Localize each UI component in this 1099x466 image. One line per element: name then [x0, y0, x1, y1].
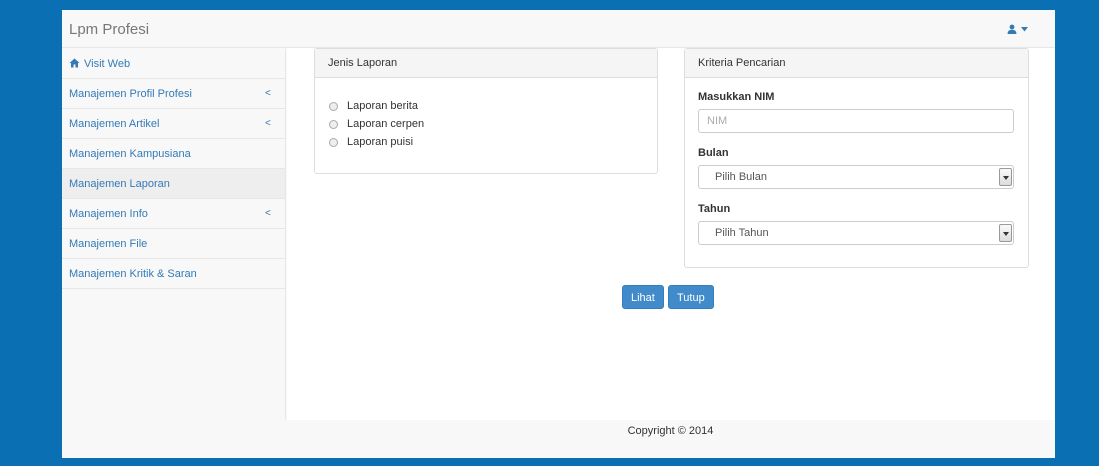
user-menu-toggle[interactable]	[1007, 24, 1028, 34]
footer: Copyright © 2014	[286, 420, 1055, 458]
tahun-select[interactable]: Pilih Tahun	[698, 221, 1014, 245]
sidebar-item-label: Manajemen File	[69, 238, 148, 250]
bulan-select[interactable]: Pilih Bulan	[698, 165, 1014, 189]
kriteria-pencarian-panel: Kriteria Pencarian Masukkan NIM Bulan Pi…	[684, 48, 1029, 268]
radio-label: Laporan berita	[347, 100, 418, 112]
radio-button[interactable]	[329, 137, 338, 147]
sidebar-item-label: Visit Web	[84, 58, 131, 70]
sidebar: Visit Web Manajemen Profil Profesi < Man…	[62, 49, 286, 420]
sidebar-item-laporan[interactable]: Manajemen Laporan	[62, 169, 285, 199]
sidebar-item-kritik-saran[interactable]: Manajemen Kritik & Saran	[62, 259, 285, 289]
radio-button[interactable]	[329, 119, 338, 129]
radio-laporan-puisi[interactable]: Laporan puisi	[329, 136, 413, 148]
sidebar-item-label: Manajemen Info	[69, 208, 148, 220]
sidebar-item-artikel[interactable]: Manajemen Artikel <	[62, 109, 285, 139]
sidebar-item-info[interactable]: Manajemen Info <	[62, 199, 285, 229]
sidebar-item-visit-web[interactable]: Visit Web	[62, 49, 285, 79]
lihat-button[interactable]: Lihat	[622, 285, 664, 309]
radio-label: Laporan puisi	[347, 136, 414, 148]
top-navbar: Lpm Profesi	[62, 10, 1055, 48]
nim-label: Masukkan NIM	[698, 91, 775, 103]
sidebar-item-label: Manajemen Profil Profesi	[69, 88, 192, 100]
radio-label: Laporan cerpen	[347, 118, 425, 130]
sidebar-item-kampusiana[interactable]: Manajemen Kampusiana	[62, 139, 285, 169]
bulan-selected-value: Pilih Bulan	[715, 171, 767, 183]
radio-button[interactable]	[329, 101, 338, 111]
home-icon	[69, 58, 80, 68]
tahun-label: Tahun	[698, 203, 731, 215]
chevron-left-icon: <	[265, 88, 271, 99]
sidebar-item-file[interactable]: Manajemen File	[62, 229, 285, 259]
user-icon	[1007, 24, 1017, 34]
tahun-selected-value: Pilih Tahun	[715, 227, 769, 239]
bulan-label: Bulan	[698, 147, 729, 159]
chevron-down-icon[interactable]	[999, 168, 1012, 186]
sidebar-item-label: Manajemen Laporan	[69, 178, 170, 190]
sidebar-item-profil-profesi[interactable]: Manajemen Profil Profesi <	[62, 79, 285, 109]
panel-title: Jenis Laporan	[315, 49, 657, 78]
main-content: Jenis Laporan Laporan berita Laporan cer…	[287, 48, 1055, 420]
sidebar-item-label: Manajemen Kritik & Saran	[69, 268, 197, 280]
chevron-left-icon: <	[265, 208, 271, 219]
app-frame: Lpm Profesi Visit Web Manajemen Profil P…	[62, 10, 1055, 458]
copyright-text: Copyright © 2014	[627, 425, 714, 437]
radio-laporan-cerpen[interactable]: Laporan cerpen	[329, 118, 424, 130]
sidebar-item-label: Manajemen Kampusiana	[69, 148, 191, 160]
chevron-left-icon: <	[265, 118, 271, 129]
nim-input[interactable]	[698, 109, 1014, 133]
brand-title[interactable]: Lpm Profesi	[69, 21, 149, 38]
caret-down-icon	[1021, 26, 1028, 31]
radio-laporan-berita[interactable]: Laporan berita	[329, 100, 418, 112]
tutup-button[interactable]: Tutup	[668, 285, 714, 309]
chevron-down-icon[interactable]	[999, 224, 1012, 242]
panel-title: Kriteria Pencarian	[685, 49, 1028, 78]
sidebar-item-label: Manajemen Artikel	[69, 118, 160, 130]
jenis-laporan-panel: Jenis Laporan Laporan berita Laporan cer…	[314, 48, 658, 174]
